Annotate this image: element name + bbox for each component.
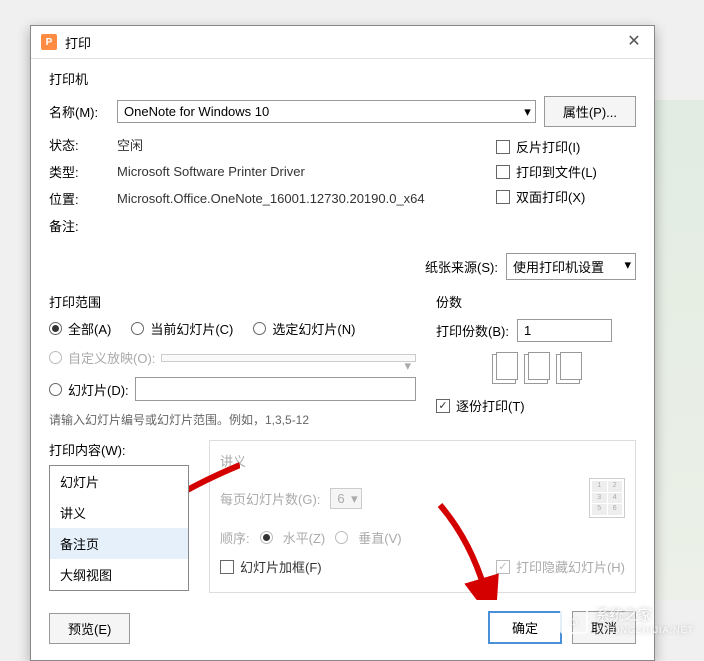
- order-vertical-radio: [335, 531, 348, 544]
- range-custom-radio: [49, 351, 62, 364]
- copies-input[interactable]: [517, 319, 612, 342]
- source-label: 纸张来源(S):: [425, 257, 498, 276]
- order-horizontal-radio: [260, 531, 273, 544]
- titlebar: P 打印 ✕: [31, 26, 654, 59]
- per-page-label: 每页幻灯片数(G):: [220, 489, 320, 508]
- printer-section-label: 打印机: [49, 69, 636, 88]
- properties-button[interactable]: 属性(P)...: [544, 96, 636, 127]
- paper-source-select[interactable]: 使用打印机设置: [506, 253, 636, 280]
- range-slides-radio[interactable]: [49, 383, 62, 396]
- order-label: 顺序:: [220, 528, 250, 547]
- dropdown-item-handout[interactable]: 讲义: [50, 497, 188, 528]
- copies-title: 份数: [436, 292, 636, 311]
- dropdown-item-notes[interactable]: 备注页: [50, 528, 188, 559]
- frame-checkbox[interactable]: [220, 560, 234, 574]
- dropdown-item-outline[interactable]: 大纲视图: [50, 559, 188, 590]
- reverse-print-label: 反片打印(I): [516, 137, 580, 156]
- frame-label: 幻灯片加框(F): [240, 557, 322, 576]
- range-selected-radio[interactable]: [253, 322, 266, 335]
- hidden-checkbox: [496, 560, 510, 574]
- watermark-url: XITONGZHIJIA.NET: [596, 625, 694, 635]
- layout-preview-icon: 123456: [589, 478, 625, 518]
- range-hint: 请输入幻灯片编号或幻灯片范围。例如，1,3,5-12: [49, 411, 416, 428]
- print-to-file-label: 打印到文件(L): [516, 162, 597, 181]
- collate-label: 逐份打印(T): [456, 396, 525, 415]
- range-slides-label: 幻灯片(D):: [68, 380, 129, 399]
- collate-preview-icon: [436, 354, 636, 384]
- hidden-label: 打印隐藏幻灯片(H): [516, 557, 625, 576]
- type-label: 类型:: [49, 162, 109, 181]
- watermark-name: 系统之家: [596, 607, 652, 623]
- print-to-file-checkbox[interactable]: [496, 165, 510, 179]
- range-all-label: 全部(A): [68, 319, 111, 338]
- location-value: Microsoft.Office.OneNote_16001.12730.201…: [117, 191, 486, 206]
- name-label: 名称(M):: [49, 102, 109, 121]
- status-value: 空闲: [117, 135, 486, 154]
- range-current-label: 当前幻灯片(C): [150, 319, 233, 338]
- copies-count-label: 打印份数(B):: [436, 321, 509, 340]
- dropdown-item-slides[interactable]: 幻灯片: [50, 466, 188, 497]
- type-value: Microsoft Software Printer Driver: [117, 164, 486, 179]
- reverse-print-checkbox[interactable]: [496, 140, 510, 154]
- status-label: 状态:: [49, 135, 109, 154]
- order-vertical-label: 垂直(V): [358, 528, 401, 547]
- range-current-radio[interactable]: [131, 322, 144, 335]
- note-label: 备注:: [49, 216, 109, 235]
- custom-show-select: [161, 354, 416, 362]
- range-title: 打印范围: [49, 292, 416, 311]
- ok-button[interactable]: 确定: [488, 611, 562, 644]
- close-icon[interactable]: ✕: [624, 32, 644, 52]
- preview-button[interactable]: 预览(E): [49, 613, 130, 644]
- handout-title: 讲义: [220, 451, 625, 470]
- duplex-label: 双面打印(X): [516, 187, 585, 206]
- print-content-dropdown: 幻灯片 讲义 备注页 大纲视图: [49, 465, 189, 591]
- range-all-radio[interactable]: [49, 322, 62, 335]
- duplex-checkbox[interactable]: [496, 190, 510, 204]
- watermark-logo-icon: ⌂: [560, 606, 588, 634]
- print-content-label: 打印内容(W):: [49, 440, 189, 459]
- dialog-title: 打印: [65, 33, 91, 52]
- printer-select[interactable]: OneNote for Windows 10: [117, 100, 536, 123]
- watermark: ⌂ 系统之家 XITONGZHIJIA.NET: [560, 605, 694, 635]
- slides-input[interactable]: [135, 377, 416, 401]
- collate-checkbox[interactable]: [436, 399, 450, 413]
- location-label: 位置:: [49, 189, 109, 208]
- print-dialog: P 打印 ✕ 打印机 名称(M): OneNote for Windows 10…: [30, 25, 655, 661]
- per-page-select: 6: [330, 488, 361, 509]
- app-icon: P: [41, 34, 57, 50]
- range-selected-label: 选定幻灯片(N): [272, 319, 355, 338]
- handout-panel: 讲义 每页幻灯片数(G): 6 123456 顺序: 水平(Z) 垂直(V) 幻…: [209, 440, 636, 593]
- range-custom-label: 自定义放映(O):: [68, 348, 155, 367]
- order-horizontal-label: 水平(Z): [283, 528, 326, 547]
